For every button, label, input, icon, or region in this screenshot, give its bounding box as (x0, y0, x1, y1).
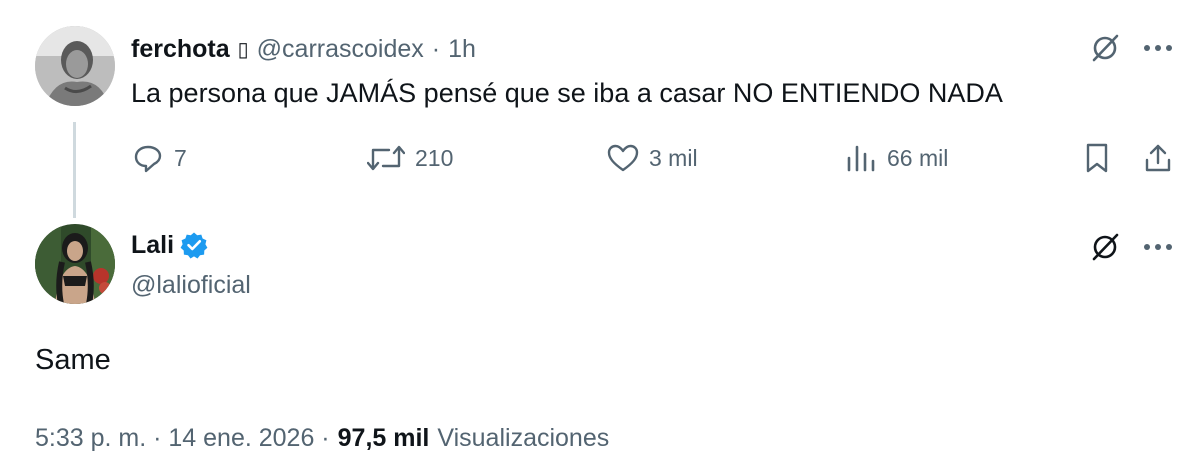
author-name[interactable]: ferchota (131, 35, 230, 64)
views-label: Visualizaciones (437, 424, 610, 452)
more-icon[interactable] (1138, 32, 1178, 64)
parent-tweet-text: La persona que JAMÁS pensé que se iba a … (131, 78, 1003, 108)
share-icon[interactable] (1140, 140, 1176, 176)
grok-icon[interactable] (1087, 30, 1123, 66)
tweet-time[interactable]: 1h (448, 35, 476, 64)
retweet-button[interactable]: 210 (367, 140, 453, 176)
bookmark-icon[interactable] (1080, 140, 1114, 176)
tweet-timestamp[interactable]: 5:33 p. m. · 14 ene. 2026 · (35, 424, 330, 453)
like-button[interactable]: 3 mil (607, 140, 698, 176)
retweet-count: 210 (415, 144, 454, 171)
name-emoji-glyph: ▯ (237, 38, 249, 61)
views-count-bold: 97,5 mil (337, 424, 430, 452)
author-handle[interactable]: @lalioficial (131, 271, 251, 300)
more-icon[interactable] (1138, 231, 1178, 263)
views-count: 66 mil (887, 144, 949, 171)
like-icon (607, 144, 639, 172)
author-name[interactable]: Lali (131, 231, 174, 260)
verified-badge-icon (180, 231, 208, 259)
reply-button[interactable]: 7 (132, 140, 187, 176)
views-icon (847, 145, 875, 172)
author-handle[interactable]: @carrascoidex (257, 35, 424, 64)
header-separator: · (431, 34, 441, 63)
avatar-ferchota[interactable] (35, 26, 115, 106)
reply-tweet-text: Same (35, 344, 111, 376)
like-count: 3 mil (649, 144, 698, 171)
reply-tweet-name-row: Lali (131, 228, 208, 262)
thread-connector-line (73, 122, 76, 218)
grok-icon[interactable] (1087, 229, 1123, 265)
views-button[interactable]: 66 mil (845, 140, 948, 176)
parent-tweet-header: ferchota ▯ @carrascoidex · 1h (131, 32, 476, 66)
reply-icon (134, 145, 162, 173)
avatar-lali[interactable] (35, 224, 115, 304)
retweet-icon (367, 145, 405, 171)
tweet-meta-row: 5:33 p. m. · 14 ene. 2026 · 97,5 mil Vis… (35, 424, 609, 453)
reply-count: 7 (174, 144, 187, 171)
